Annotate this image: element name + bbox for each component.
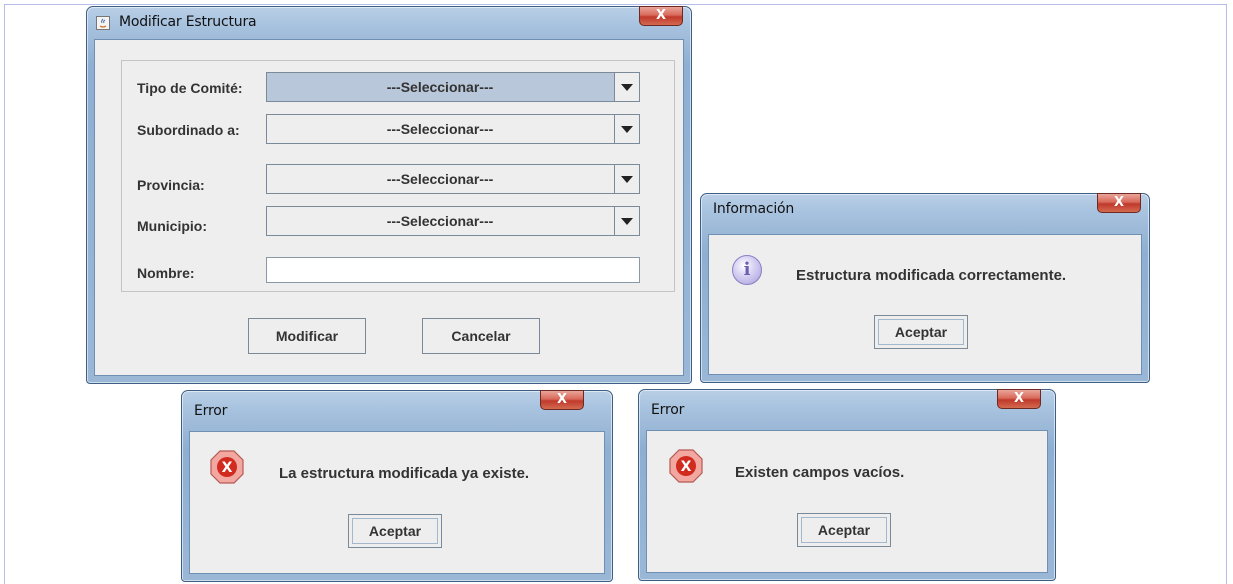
tipo-comite-value: ---Seleccionar--- (386, 79, 494, 95)
svg-text:X: X (681, 459, 692, 475)
aceptar-button-label: Aceptar (817, 522, 871, 538)
chevron-down-icon[interactable] (614, 207, 639, 235)
tipo-comite-label: Tipo de Comité: (137, 80, 243, 96)
chevron-down-icon[interactable] (614, 73, 639, 101)
error-icon: X (669, 449, 703, 483)
aceptar-button-label: Aceptar (368, 523, 422, 539)
aceptar-button[interactable]: Aceptar (797, 513, 891, 547)
title-bar[interactable]: Error X (182, 390, 612, 421)
close-button[interactable]: X (540, 390, 584, 410)
close-button[interactable]: X (1097, 193, 1141, 213)
window-title: Error (194, 403, 228, 419)
dialog-content: Tipo de Comité: ---Seleccionar--- Subord… (94, 39, 684, 376)
dialog-content: i Estructura modificada correctamente. A… (708, 234, 1142, 375)
dialog-content: X La estructura modificada ya existe. Ac… (189, 431, 605, 574)
info-icon: i (732, 255, 762, 285)
municipio-select[interactable]: ---Seleccionar--- (266, 206, 640, 236)
close-button[interactable]: X (997, 389, 1041, 409)
aceptar-button-label: Aceptar (894, 324, 948, 340)
window-title: Error (651, 402, 685, 418)
close-icon: X (655, 8, 667, 23)
close-icon: X (1013, 391, 1025, 406)
close-icon: X (1113, 195, 1125, 210)
subordinado-value: ---Seleccionar--- (386, 121, 494, 137)
window-title: Información (713, 201, 795, 217)
error-window-campos-vacios: Error X X Existen campos vacíos. Aceptar (638, 389, 1056, 581)
modificar-button[interactable]: Modificar (248, 318, 366, 354)
provincia-label: Provincia: (137, 177, 205, 193)
tipo-comite-select[interactable]: ---Seleccionar--- (266, 72, 640, 102)
cancelar-button[interactable]: Cancelar (422, 318, 540, 354)
chevron-down-icon[interactable] (614, 115, 639, 143)
municipio-value: ---Seleccionar--- (386, 213, 494, 229)
error-message: Existen campos vacíos. (735, 464, 905, 481)
info-message: Estructura modificada correctamente. (796, 267, 1067, 284)
aceptar-button[interactable]: Aceptar (348, 514, 442, 548)
subordinado-select[interactable]: ---Seleccionar--- (266, 114, 640, 144)
provincia-value: ---Seleccionar--- (386, 171, 494, 187)
svg-text:X: X (222, 460, 233, 476)
nombre-field[interactable] (266, 257, 640, 283)
close-button[interactable]: X (639, 6, 683, 26)
dialog-content: X Existen campos vacíos. Aceptar (646, 430, 1048, 573)
subordinado-label: Subordinado a: (137, 122, 240, 138)
error-icon: X (210, 450, 244, 484)
window-title: Modificar Estructura (119, 14, 257, 30)
title-bar[interactable]: Modificar Estructura X (87, 6, 691, 37)
municipio-label: Municipio: (137, 218, 207, 234)
java-app-icon (96, 16, 110, 30)
close-icon: X (556, 392, 568, 407)
chevron-down-icon[interactable] (614, 165, 639, 193)
informacion-window: Información X i Estructura modificada co… (700, 193, 1150, 383)
aceptar-button[interactable]: Aceptar (874, 315, 968, 349)
title-bar[interactable]: Error X (639, 389, 1055, 420)
error-window-existe: Error X X La estructura modificada ya ex… (181, 390, 613, 582)
title-bar[interactable]: Información X (701, 193, 1149, 224)
modificar-estructura-window: Modificar Estructura X Tipo de Comité: -… (86, 6, 692, 384)
nombre-label: Nombre: (137, 265, 195, 281)
provincia-select[interactable]: ---Seleccionar--- (266, 164, 640, 194)
modificar-button-label: Modificar (275, 328, 339, 344)
error-message: La estructura modificada ya existe. (279, 465, 530, 482)
cancelar-button-label: Cancelar (451, 328, 511, 344)
